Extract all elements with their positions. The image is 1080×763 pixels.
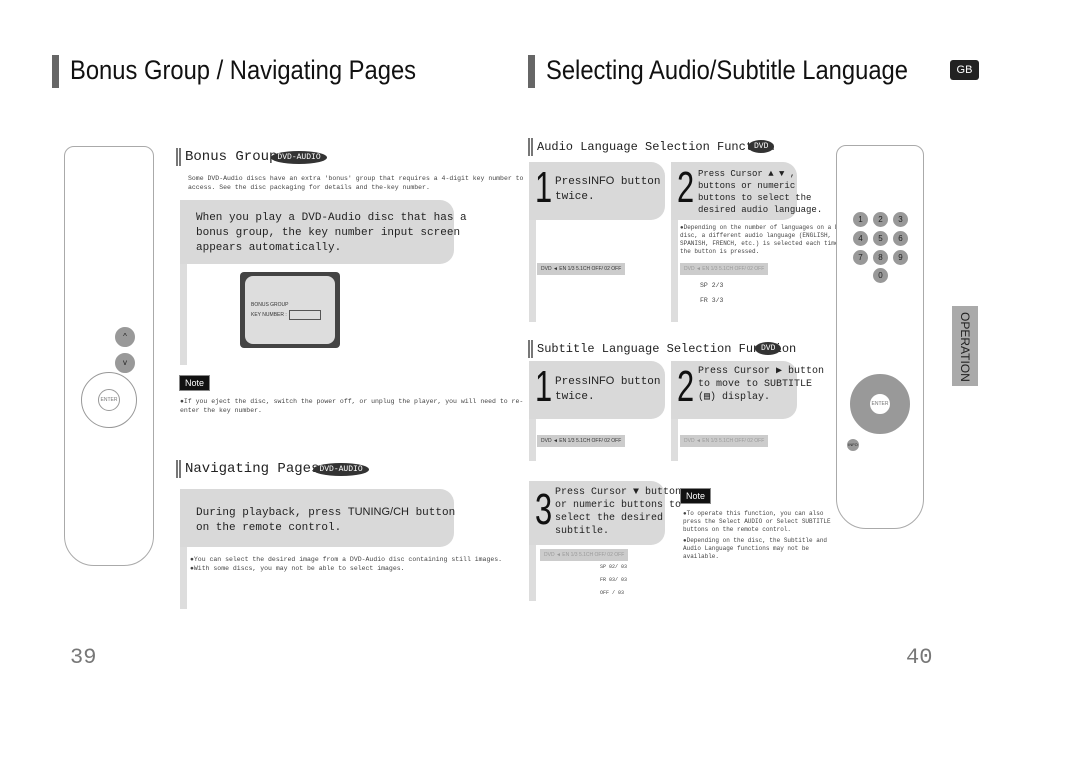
subtitle-step1-number: 1 bbox=[535, 362, 553, 411]
subtitle-osd-bar-3: DVD ◄ EN 1/3 5.1CH OFF/ 02 OFF bbox=[540, 549, 629, 561]
operation-side-tab: OPERATION bbox=[952, 306, 978, 386]
side-tab-label: OPERATION bbox=[958, 312, 972, 382]
subtitle-step2-text: Press Cursor ▶ button to move to SUBTITL… bbox=[698, 366, 825, 403]
tuning-up-button: ^ bbox=[115, 327, 135, 347]
num-button-5: 5 bbox=[873, 231, 888, 246]
left-page-title: Bonus Group / Navigating Pages bbox=[70, 55, 417, 85]
audio-language-heading: Audio Language Selection Function bbox=[528, 138, 775, 156]
tv-screen-illustration: BONUS GROUP KEY NUMBER : bbox=[240, 272, 340, 348]
screen-line2: KEY NUMBER : bbox=[251, 312, 287, 318]
region-badge: GB bbox=[950, 60, 979, 80]
step-text-a: Press bbox=[555, 376, 589, 388]
bonus-instruction: When you play a DVD-Audio disc that has … bbox=[196, 212, 467, 254]
dvd-audio-badge: DVD-AUDIO bbox=[313, 462, 369, 476]
left-page-number: 39 bbox=[70, 645, 97, 670]
subtitle-step3-number: 3 bbox=[535, 485, 553, 534]
heading-bars-icon bbox=[528, 138, 533, 156]
audio-step1-text: PressINFO button twice. bbox=[555, 174, 665, 205]
heading-bars-icon bbox=[176, 460, 181, 478]
bonus-group-heading: Bonus Group DVD-AUDIO bbox=[176, 148, 327, 166]
heading-bars-icon bbox=[528, 340, 533, 358]
info-button-label: INFO bbox=[588, 175, 615, 187]
bonus-note: ●If you eject the disc, switch the power… bbox=[180, 398, 524, 414]
subtitle-osd-list-3: OFF / 03 bbox=[600, 590, 625, 596]
navigating-pages-heading: Navigating Pages DVD-AUDIO bbox=[176, 460, 369, 478]
bonus-intro: Some DVD-Audio discs have an extra 'bonu… bbox=[188, 175, 524, 191]
subtitle-osd-list-1: SP 02/ 03 bbox=[600, 564, 628, 570]
subtitle-step1-text: PressINFO button twice. bbox=[555, 374, 665, 405]
tuning-down-button: v bbox=[115, 353, 135, 373]
heading-bars-icon bbox=[176, 148, 181, 166]
num-button-7: 7 bbox=[853, 250, 868, 265]
audio-osd-bar: DVD ◄ EN 1/3 5.1CH OFF/ 02 OFF bbox=[537, 263, 626, 275]
dvd-audio-badge: DVD-AUDIO bbox=[271, 150, 327, 164]
enter-button: ENTER bbox=[869, 393, 891, 415]
num-button-2: 2 bbox=[873, 212, 888, 227]
info-button: INFO bbox=[847, 439, 859, 451]
num-button-8: 8 bbox=[873, 250, 888, 265]
right-page-title: Selecting Audio/Subtitle Language bbox=[546, 55, 908, 85]
screen-line1: BONUS GROUP bbox=[251, 302, 289, 308]
subtitle-note2: ●Depending on the disc, the Subtitle and… bbox=[683, 537, 828, 560]
audio-step2-note: ●Depending on the number of languages on… bbox=[680, 224, 846, 255]
heading-text: Audio Language Selection Function bbox=[537, 140, 775, 154]
subtitle-osd-list-2: FR 03/ 03 bbox=[600, 577, 628, 583]
title-bar-right bbox=[528, 55, 535, 88]
num-button-3: 3 bbox=[893, 212, 908, 227]
audio-osd-bar-2: DVD ◄ EN 1/3 5.1CH OFF/ 02 OFF bbox=[680, 263, 769, 275]
heading-text: Navigating Pages bbox=[185, 461, 320, 477]
num-button-4: 4 bbox=[853, 231, 868, 246]
subtitle-step3-text: Press Cursor ▼ button or numeric buttons… bbox=[555, 487, 682, 537]
audio-osd-list-2: FR 3/3 bbox=[700, 297, 724, 304]
num-button-6: 6 bbox=[893, 231, 908, 246]
audio-step2-number: 2 bbox=[677, 163, 695, 212]
audio-step1-number: 1 bbox=[535, 163, 553, 212]
key-number-input bbox=[289, 310, 321, 320]
nav-instruction-a: During playback, press bbox=[196, 507, 342, 519]
enter-button: ENTER bbox=[98, 389, 120, 411]
step-text-a: Press bbox=[555, 176, 589, 188]
heading-text: Bonus Group bbox=[185, 149, 278, 165]
nav-instruction: During playback, press TUNING/CH button … bbox=[196, 505, 456, 536]
subtitle-note-label: Note bbox=[680, 488, 712, 504]
subtitle-note1: ●To operate this function, you can also … bbox=[683, 510, 831, 533]
info-button-label: INFO bbox=[588, 375, 615, 387]
num-button-0: 0 bbox=[873, 268, 888, 283]
right-page-number: 40 bbox=[906, 645, 933, 670]
tuning-ch-label: TUNING/CH bbox=[347, 506, 409, 518]
audio-osd-list-1: SP 2/3 bbox=[700, 282, 724, 289]
num-button-1: 1 bbox=[853, 212, 868, 227]
note-label: Note bbox=[179, 375, 211, 391]
subtitle-osd-bar: DVD ◄ EN 1/3 5.1CH OFF/ 02 OFF bbox=[537, 435, 626, 447]
nav-bullet2: ●With some discs, you may not be able to… bbox=[190, 565, 405, 572]
nav-bullet1: ●You can select the desired image from a… bbox=[190, 556, 503, 563]
audio-step2-text: Press Cursor ▲ ▼ , buttons or numeric bu… bbox=[698, 169, 823, 215]
num-button-9: 9 bbox=[893, 250, 908, 265]
title-bar-left bbox=[52, 55, 59, 88]
subtitle-osd-bar-2: DVD ◄ EN 1/3 5.1CH OFF/ 02 OFF bbox=[680, 435, 769, 447]
remote-control-right: 1 2 3 4 5 6 7 8 9 0 ENTER INFO bbox=[836, 145, 924, 529]
remote-control-left: ^ v ENTER bbox=[64, 146, 154, 566]
subtitle-step2-number: 2 bbox=[677, 362, 695, 411]
